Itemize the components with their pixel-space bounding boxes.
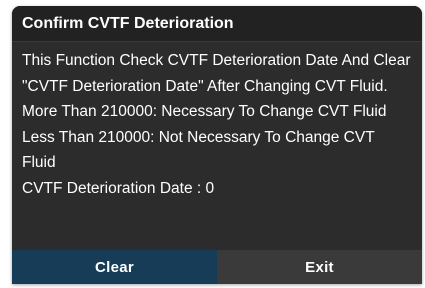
message-line-description: This Function Check CVTF Deterioration D…	[22, 52, 411, 95]
exit-button[interactable]: Exit	[217, 250, 422, 284]
message-line-deterioration-date: CVTF Deterioration Date : 0	[22, 179, 215, 197]
dialog-title: Confirm CVTF Deterioration	[22, 14, 234, 32]
dialog-button-bar: Clear Exit	[12, 250, 422, 284]
clear-button[interactable]: Clear	[12, 250, 217, 284]
confirm-dialog: Confirm CVTF Deterioration This Function…	[12, 6, 422, 284]
dialog-message: This Function Check CVTF Deterioration D…	[12, 42, 422, 248]
message-line-less-than: Less Than 210000: Not Necessary To Chang…	[22, 128, 375, 172]
message-line-more-than: More Than 210000: Necessary To Change CV…	[22, 103, 387, 120]
dialog-title-bar: Confirm CVTF Deterioration	[12, 6, 422, 42]
